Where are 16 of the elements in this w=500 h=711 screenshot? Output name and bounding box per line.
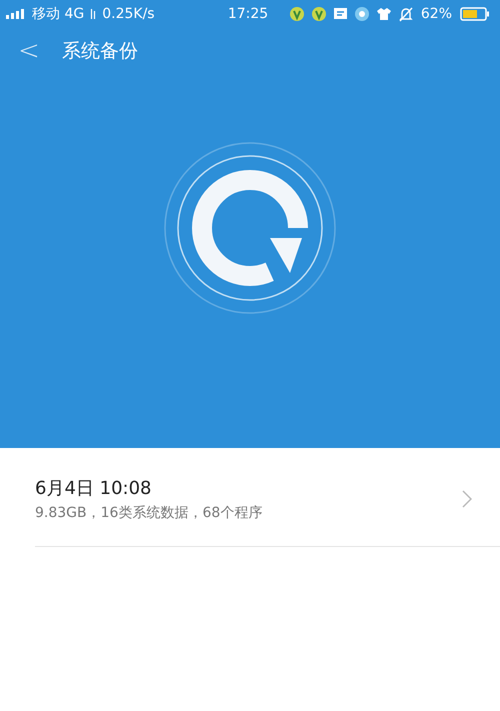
signal-icon	[6, 9, 26, 19]
back-button[interactable]: <	[0, 36, 52, 66]
shirt-icon	[376, 8, 391, 20]
network-speed: 0.25K/s	[102, 6, 155, 22]
backup-logo-icon	[162, 140, 338, 316]
backup-details: 9.83GB，16类系统数据，68个程序	[35, 504, 262, 522]
battery-icon	[460, 7, 490, 21]
chevron-right-icon[interactable]	[462, 490, 472, 508]
carrier-text: 移动 4G	[32, 5, 84, 23]
battery-percent: 62%	[420, 6, 452, 22]
bell-off-icon	[398, 6, 413, 22]
circle-icon	[354, 7, 369, 21]
message-icon	[334, 8, 347, 20]
page-title: 系统备份	[60, 39, 138, 64]
clock: 17:25	[228, 6, 268, 22]
backup-date: 6月4日 10:08	[35, 477, 152, 500]
